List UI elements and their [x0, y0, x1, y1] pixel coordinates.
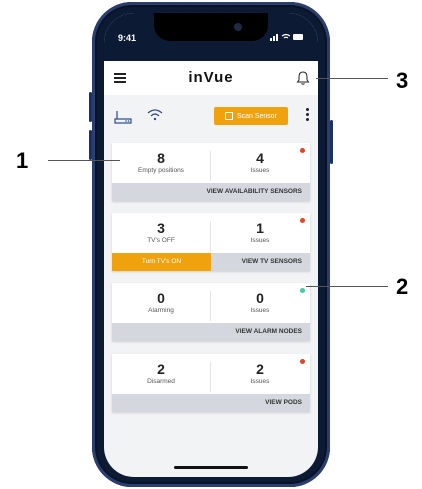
stat-label: Issues	[250, 237, 270, 244]
stat-value: 8	[157, 150, 165, 166]
tvs-off-stat: 3 TV's OFF	[112, 221, 211, 251]
stat-label: Disarmed	[147, 378, 175, 385]
tv-sensors-card: 3 TV's OFF 1 Issues Turn TV's ON VIEW TV…	[112, 213, 310, 271]
turn-tvs-on-button[interactable]: Turn TV's ON	[112, 253, 211, 271]
app-header: inVue	[104, 61, 318, 96]
invue-logo: inVue	[188, 69, 234, 86]
issues-stat: 2 Issues	[211, 361, 309, 386]
stat-label: Alarming	[148, 307, 174, 314]
stat-value: 3	[157, 220, 165, 236]
status-dot	[300, 148, 305, 153]
status-dot	[300, 218, 305, 223]
bell-icon[interactable]	[296, 70, 310, 86]
more-options-icon[interactable]	[306, 108, 310, 124]
availability-card: 8 Empty positions 4 Issues VIEW AVAILABI…	[112, 143, 310, 201]
view-availability-sensors-button[interactable]: VIEW AVAILABILITY SENSORS	[112, 183, 310, 201]
issues-stat: 4 Issues	[211, 150, 309, 175]
stat-label: Issues	[250, 307, 270, 314]
status-bar: 9:41	[104, 13, 318, 61]
scan-sensor-button[interactable]: Scan Sensor	[214, 107, 288, 125]
camera-icon	[234, 23, 242, 31]
callout-line-3	[316, 78, 388, 79]
callout-number-3: 3	[396, 68, 409, 93]
network-gateway-icon	[114, 111, 132, 124]
view-pods-button[interactable]: VIEW PODS	[112, 394, 310, 412]
home-indicator[interactable]	[174, 466, 248, 469]
callout-line-2	[306, 286, 388, 287]
scan-icon	[224, 112, 233, 120]
callout-number-1: 1	[16, 148, 29, 173]
stat-value: 0	[157, 290, 165, 306]
stat-value: 4	[256, 150, 264, 166]
status-dot	[300, 359, 305, 364]
disarmed-stat: 2 Disarmed	[112, 362, 211, 392]
stat-label: TV's OFF	[147, 237, 175, 244]
phone-screen: 9:41 inVue Scan Sensor 8 Empty positions…	[104, 13, 318, 477]
stat-value: 2	[157, 361, 165, 377]
footer-label: VIEW ALARM NODES	[235, 328, 302, 335]
footer-label: VIEW AVAILABILITY SENSORS	[206, 188, 302, 195]
alarm-nodes-card: 0 Alarming 0 Issues VIEW ALARM NODES	[112, 283, 310, 341]
issues-stat: 0 Issues	[211, 290, 309, 315]
view-alarm-nodes-button[interactable]: VIEW ALARM NODES	[112, 323, 310, 341]
scan-sensor-label: Scan Sensor	[236, 112, 278, 120]
notch	[154, 13, 268, 41]
stat-label: Issues	[250, 167, 270, 174]
footer-label: VIEW PODS	[265, 399, 302, 406]
view-tv-sensors-button[interactable]: VIEW TV SENSORS	[242, 258, 302, 265]
volume-button	[89, 92, 92, 122]
empty-positions-stat: 8 Empty positions	[112, 151, 211, 181]
stat-label: Issues	[250, 378, 270, 385]
stat-label: Empty positions	[138, 167, 184, 174]
wifi-icon	[147, 109, 163, 121]
volume-button	[89, 130, 92, 160]
stat-value: 2	[256, 361, 264, 377]
callout-number-2: 2	[396, 274, 409, 299]
alarming-stat: 0 Alarming	[112, 291, 211, 321]
toolbar: Scan Sensor	[104, 95, 318, 135]
stat-value: 1	[256, 220, 264, 236]
power-button	[330, 120, 333, 164]
card-footer: Turn TV's ON VIEW TV SENSORS	[112, 253, 310, 271]
stat-value: 0	[256, 290, 264, 306]
status-dot	[300, 288, 305, 293]
callout-line-1	[48, 160, 120, 161]
status-time: 9:41	[118, 33, 137, 43]
signal-battery-icon	[270, 33, 304, 43]
issues-stat: 1 Issues	[211, 220, 309, 245]
pods-card: 2 Disarmed 2 Issues VIEW PODS	[112, 354, 310, 412]
